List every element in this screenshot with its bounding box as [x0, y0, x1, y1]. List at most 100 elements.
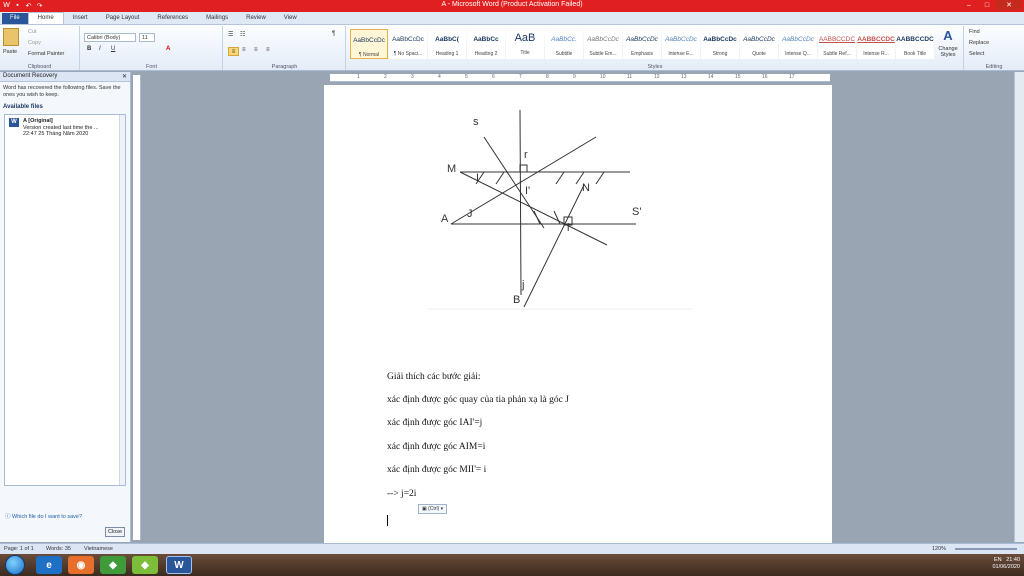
find-button[interactable]: Find — [969, 29, 980, 35]
document-recovery-header: Document Recovery ✕ — [0, 72, 130, 82]
page-count[interactable]: Page: 1 of 1 — [4, 546, 34, 552]
ruler-tick: 8 — [546, 74, 549, 80]
vertical-ruler — [133, 75, 141, 540]
paste-button[interactable]: Paste — [3, 49, 17, 55]
word-doc-icon: W — [9, 118, 19, 127]
word-taskbar-icon[interactable]: W — [166, 556, 192, 574]
label-j-small: j — [521, 279, 524, 291]
style-no-spacing[interactable]: AaBbCcDc ¶ No Spaci... — [389, 29, 427, 59]
maximize-icon[interactable]: □ — [978, 0, 996, 10]
label-i: I — [476, 172, 479, 184]
tab-references[interactable]: References — [148, 13, 197, 24]
style-intense-quote[interactable]: AaBbCcDc Intense Q... — [779, 29, 817, 59]
app-icon[interactable]: ◆ — [100, 556, 126, 574]
clock-time[interactable]: 21:40 — [1006, 557, 1020, 563]
style-intense-emphasis[interactable]: AaBbCcDc Intense E... — [662, 29, 700, 59]
style-intense-reference[interactable]: AABBCCDC Intense R... — [857, 29, 895, 59]
cut-button[interactable]: Cut — [28, 29, 37, 35]
language-indicator[interactable]: Vietnamese — [84, 546, 113, 552]
tab-view[interactable]: View — [275, 13, 306, 24]
ie-icon[interactable]: e — [36, 556, 62, 574]
zoom-slider[interactable] — [955, 548, 1017, 550]
document-page[interactable]: s r M I I' N S' A J i j B Giải thích các… — [324, 85, 832, 543]
label-n: N — [582, 182, 590, 194]
ruler-tick: 13 — [681, 74, 687, 80]
style-emphasis[interactable]: AaBbCcDc Emphasis — [623, 29, 661, 59]
pilcrow-icon[interactable]: ¶ — [332, 31, 335, 37]
style-subtitle[interactable]: AaBbCc. Subtitle — [545, 29, 583, 59]
justify-icon[interactable]: ≡ — [266, 47, 270, 53]
input-language[interactable]: EN — [994, 557, 1002, 563]
explanation-heading: Giải thích các bước giải: — [387, 372, 481, 382]
style-strong[interactable]: AaBbCcDc Strong — [701, 29, 739, 59]
style-book-title[interactable]: AABBCCDC Book Title — [896, 29, 934, 59]
ruler-tick: 11 — [627, 74, 633, 80]
replace-button[interactable]: Replace — [969, 40, 989, 46]
font-color-icon[interactable]: A — [166, 46, 170, 52]
paste-icon[interactable] — [3, 28, 19, 46]
start-button[interactable] — [5, 555, 25, 575]
change-styles-icon[interactable]: A — [937, 28, 959, 43]
bullets-icon[interactable]: ☰ — [228, 31, 233, 38]
window-controls: – □ ✕ — [960, 0, 1022, 10]
tab-review[interactable]: Review — [237, 13, 275, 24]
label-s: s — [473, 116, 479, 128]
copy-button[interactable]: Copy — [28, 40, 41, 46]
style-subtle-reference[interactable]: AABBCCDC Subtle Ref... — [818, 29, 856, 59]
ruler-tick: 17 — [789, 74, 795, 80]
numbering-icon[interactable]: ☷ — [240, 31, 245, 38]
font-name-select[interactable]: Calibri (Body) — [84, 33, 136, 42]
style-heading-1[interactable]: AaBbC(Heading 1 — [428, 29, 466, 59]
close-icon[interactable]: ✕ — [996, 0, 1022, 10]
format-painter-button[interactable]: Format Painter — [28, 51, 64, 57]
label-i-small: i — [567, 222, 569, 234]
tab-file[interactable]: File — [2, 13, 28, 24]
taskbar: e ◉ ◆ ◆ W EN 21:40 01/06/2020 — [0, 554, 1024, 576]
list-scrollbar[interactable] — [119, 115, 125, 485]
select-button[interactable]: Select — [969, 51, 984, 57]
style-title[interactable]: AaB Title — [506, 29, 544, 59]
align-center-icon[interactable]: ≡ — [242, 47, 246, 53]
tab-home[interactable]: Home — [27, 12, 64, 24]
close-button[interactable]: Close — [105, 527, 125, 537]
editing-label: Editing — [985, 64, 1003, 70]
system-tray: EN 21:40 01/06/2020 — [992, 557, 1020, 571]
vertical-scrollbar[interactable] — [1014, 72, 1024, 542]
align-left-icon[interactable]: ≡ — [228, 47, 239, 56]
paste-options-button[interactable]: ▣ (Ctrl) ▾ — [418, 504, 448, 514]
change-styles-button[interactable]: Change Styles — [935, 46, 961, 58]
recovered-file-item[interactable]: W A [Original] Version created last time… — [5, 115, 125, 141]
tab-page-layout[interactable]: Page Layout — [97, 13, 149, 24]
zoom-level[interactable]: 120% — [932, 546, 946, 552]
paragraph-label: Paragraph — [271, 64, 298, 70]
style-normal[interactable]: AaBbCcDc ¶ Normal — [350, 29, 388, 59]
tab-mailings[interactable]: Mailings — [197, 13, 237, 24]
minimize-icon[interactable]: – — [960, 0, 978, 10]
font-size-select[interactable]: 11 — [139, 33, 155, 42]
tab-insert[interactable]: Insert — [64, 13, 97, 24]
ruler-tick: 3 — [411, 74, 414, 80]
underline-icon[interactable]: U — [111, 46, 115, 52]
ray-b-n — [523, 184, 585, 308]
help-icon: ⓘ — [5, 514, 13, 520]
align-right-icon[interactable]: ≡ — [254, 47, 258, 53]
italic-icon[interactable]: I — [99, 46, 101, 52]
app-icon[interactable]: ◆ — [132, 556, 158, 574]
right-angle-mark — [519, 164, 528, 173]
word-count[interactable]: Words: 35 — [46, 546, 71, 552]
ruler-tick: 4 — [438, 74, 441, 80]
ruler-tick: 7 — [519, 74, 522, 80]
style-heading-2[interactable]: AaBbCc Heading 2 — [467, 29, 505, 59]
style-subtle-emphasis[interactable]: AaBbCcDc Subtle Em... — [584, 29, 622, 59]
document-recovery-pane: Document Recovery ✕ Word has recovered t… — [0, 72, 131, 542]
firefox-icon[interactable]: ◉ — [68, 556, 94, 574]
label-r: r — [524, 149, 528, 161]
available-files-heading: Available files — [3, 104, 43, 110]
clock-date[interactable]: 01/06/2020 — [992, 564, 1020, 571]
ruler-tick: 16 — [762, 74, 768, 80]
which-file-link[interactable]: ⓘ Which file do I want to save? — [5, 512, 82, 520]
bold-icon[interactable]: B — [87, 46, 91, 52]
pane-close-icon[interactable]: ✕ — [122, 73, 127, 80]
paragraph-group: ☰ ☷ ¶ ≡ ≡ ≡ ≡ Paragraph — [224, 26, 346, 70]
style-quote[interactable]: AaBbCcDc Quote — [740, 29, 778, 59]
